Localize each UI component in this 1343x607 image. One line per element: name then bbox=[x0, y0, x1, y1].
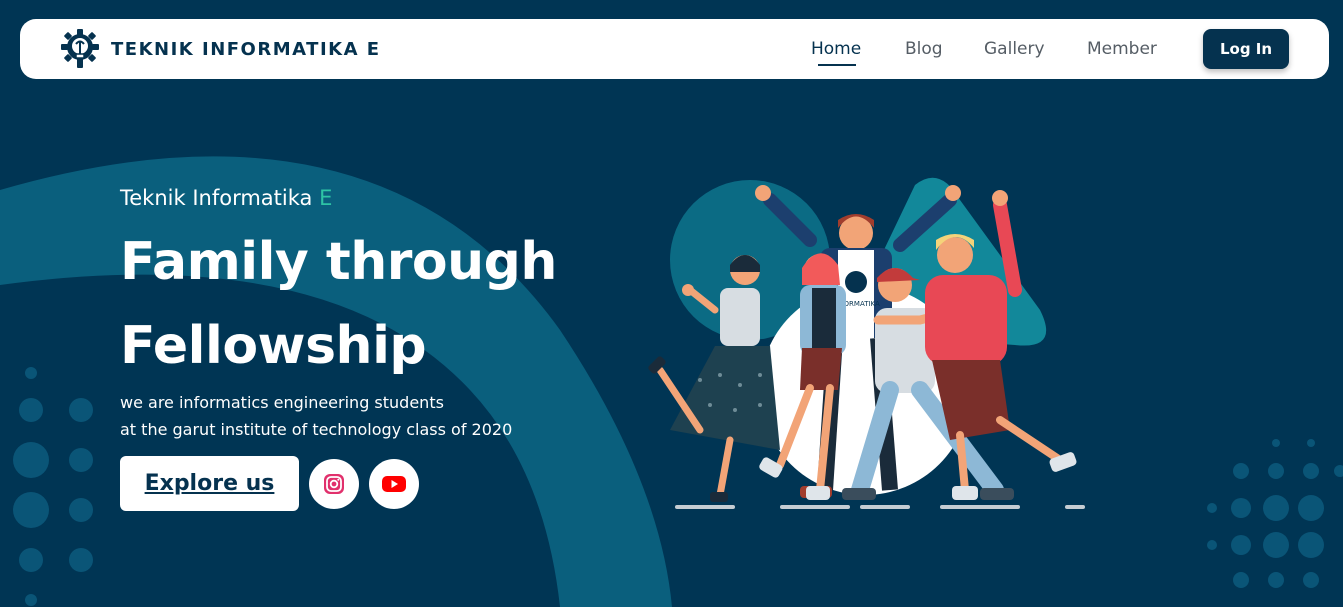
youtube-button[interactable] bbox=[369, 459, 419, 509]
hero-headline: Family through Fellowship bbox=[120, 220, 590, 388]
brand-name: TEKNIK INFORMATIKA E bbox=[111, 38, 381, 60]
brand[interactable]: TEKNIK INFORMATIKA E bbox=[60, 28, 381, 70]
nav-link-blog[interactable]: Blog bbox=[905, 38, 943, 60]
left-dot-cluster bbox=[13, 367, 93, 606]
gear-bulb-logo-icon bbox=[61, 29, 99, 68]
instagram-icon bbox=[324, 474, 344, 494]
youtube-icon bbox=[382, 476, 406, 492]
right-dot-cluster bbox=[1207, 439, 1343, 588]
headline-line-1: Family through bbox=[120, 232, 557, 292]
login-button[interactable]: Log In bbox=[1203, 29, 1289, 69]
nav-link-home[interactable]: Home bbox=[811, 38, 861, 60]
eyebrow-text: Teknik Informatika bbox=[120, 186, 313, 210]
explore-us-button[interactable]: Explore us bbox=[120, 456, 299, 511]
description-line-1: we are informatics engineering students bbox=[120, 393, 444, 412]
hero-description: we are informatics engineering students … bbox=[120, 389, 590, 443]
hero-eyebrow: Teknik Informatika E bbox=[120, 186, 332, 210]
navbar: TEKNIK INFORMATIKA E Home Blog Gallery M… bbox=[20, 19, 1329, 79]
instagram-button[interactable] bbox=[309, 459, 359, 509]
headline-line-2: Fellowship bbox=[120, 316, 427, 376]
nav-link-gallery[interactable]: Gallery bbox=[984, 38, 1045, 60]
description-line-2: at the garut institute of technology cla… bbox=[120, 420, 513, 439]
active-nav-indicator bbox=[818, 64, 856, 66]
ground-shadows bbox=[675, 505, 1085, 509]
eyebrow-accent: E bbox=[319, 186, 333, 210]
hero-illustration: INFORMATIKA bbox=[648, 177, 1085, 509]
nav-link-member[interactable]: Member bbox=[1087, 38, 1157, 60]
